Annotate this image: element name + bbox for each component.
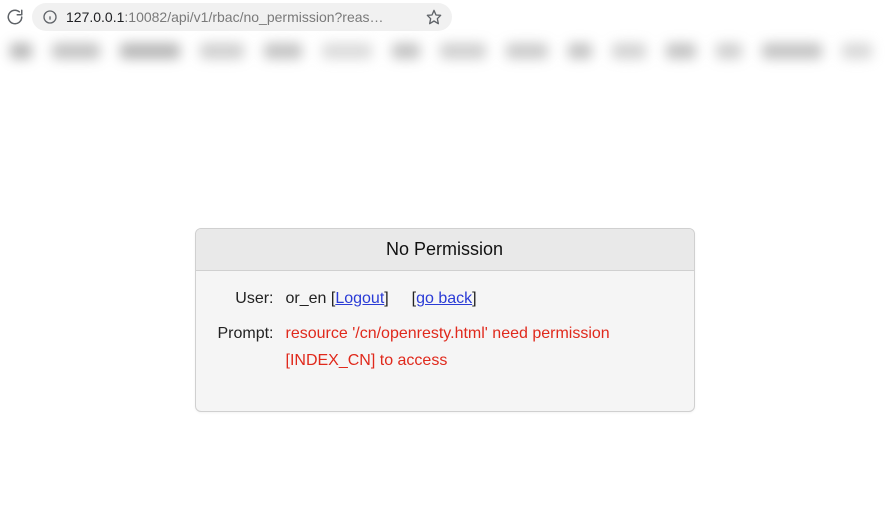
address-bar[interactable]: 127.0.0.1:10082/api/v1/rbac/no_permissio…: [32, 3, 452, 31]
prompt-message: resource '/cn/openresty.html' need permi…: [286, 320, 676, 374]
goback-bracket-close: ]: [472, 290, 476, 307]
prompt-row: Prompt: resource '/cn/openresty.html' ne…: [214, 320, 676, 374]
no-permission-panel: No Permission User: or_en [Logout] [go b…: [195, 228, 695, 412]
prompt-label: Prompt:: [214, 320, 286, 374]
panel-title: No Permission: [196, 229, 694, 271]
bookmarks-bar-blurred: [0, 34, 889, 68]
go-back-link[interactable]: go back: [416, 290, 472, 307]
reload-icon[interactable]: [6, 8, 24, 26]
panel-body: User: or_en [Logout] [go back] Prompt: r…: [196, 271, 694, 411]
browser-toolbar: 127.0.0.1:10082/api/v1/rbac/no_permissio…: [0, 0, 889, 34]
site-info-icon[interactable]: [42, 9, 58, 25]
user-value: or_en [Logout] [go back]: [286, 285, 676, 312]
user-label: User:: [214, 285, 286, 312]
user-row: User: or_en [Logout] [go back]: [214, 285, 676, 312]
url-text: 127.0.0.1:10082/api/v1/rbac/no_permissio…: [66, 9, 418, 25]
page-content: No Permission User: or_en [Logout] [go b…: [0, 68, 889, 412]
username-text: or_en: [286, 290, 327, 307]
logout-bracket-close: ]: [384, 290, 388, 307]
bookmark-star-icon[interactable]: [426, 9, 442, 25]
logout-link[interactable]: Logout: [335, 290, 384, 307]
